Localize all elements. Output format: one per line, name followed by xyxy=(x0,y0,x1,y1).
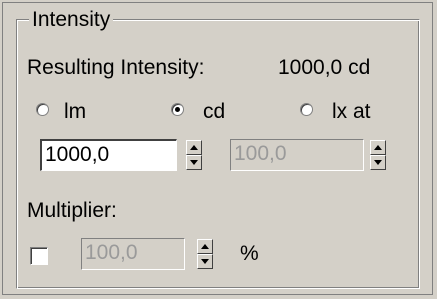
multiplier-spinner-up[interactable] xyxy=(197,239,213,254)
intensity-spinner-up[interactable] xyxy=(186,140,202,155)
resulting-intensity-label: Resulting Intensity: xyxy=(27,56,205,79)
distance-spinner-up[interactable] xyxy=(370,140,386,155)
intensity-spinner-down[interactable] xyxy=(186,155,202,170)
radio-lx-at[interactable] xyxy=(300,103,313,116)
radio-lx-at-label: lx at xyxy=(332,100,371,123)
resulting-intensity-value: 1000,0 cd xyxy=(278,56,371,79)
arrow-up-icon xyxy=(374,145,382,150)
arrow-up-icon xyxy=(190,145,198,150)
distance-spinner[interactable] xyxy=(370,140,386,170)
arrow-down-icon xyxy=(201,259,209,264)
radio-lm[interactable] xyxy=(36,103,49,116)
multiplier-spinner-down[interactable] xyxy=(197,254,213,269)
multiplier-input[interactable]: 100,0 xyxy=(81,238,185,270)
intensity-spinner[interactable] xyxy=(186,140,202,170)
intensity-input[interactable]: 1000,0 xyxy=(40,139,177,171)
intensity-group-title: Intensity xyxy=(29,8,114,32)
multiplier-spinner[interactable] xyxy=(197,239,213,269)
distance-spinner-down[interactable] xyxy=(370,155,386,170)
radio-lm-label: lm xyxy=(64,100,87,123)
arrow-down-icon xyxy=(190,160,198,165)
distance-input[interactable]: 100,0 xyxy=(230,139,364,171)
multiplier-label: Multiplier: xyxy=(27,199,117,222)
multiplier-checkbox[interactable] xyxy=(30,247,48,265)
radio-cd-label: cd xyxy=(203,100,226,123)
radio-cd[interactable] xyxy=(171,103,184,116)
multiplier-unit: % xyxy=(240,242,259,265)
arrow-up-icon xyxy=(201,244,209,249)
arrow-down-icon xyxy=(374,160,382,165)
